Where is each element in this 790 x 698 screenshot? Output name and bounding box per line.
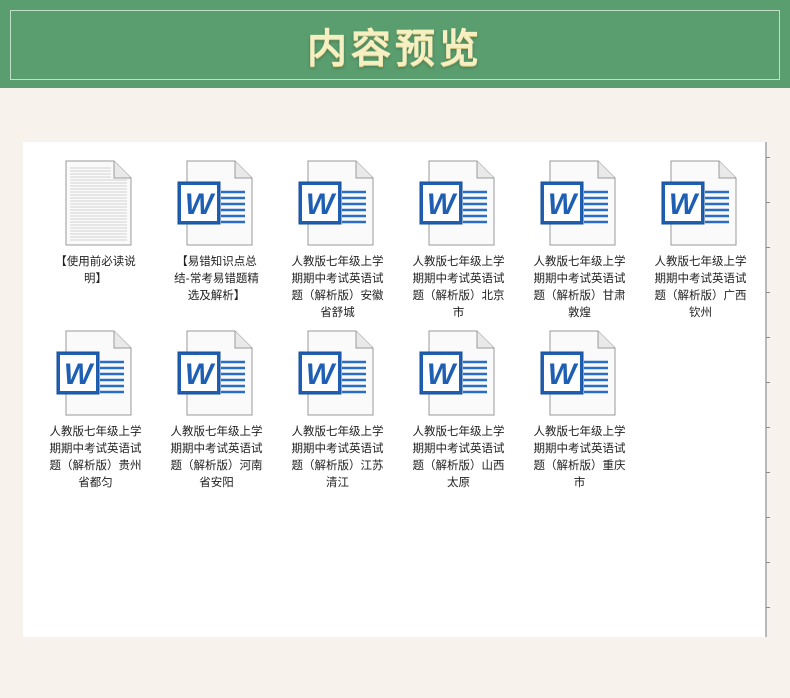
svg-text:W: W (547, 188, 578, 221)
file-label: 人教版七年级上学期期中考试英语试题（解析版）广西钦州 (654, 254, 747, 319)
file-browser-panel: 【使用前必读说明】 W 【易错知识点总结-常考易错题精选及解析】 W 人教版七年级上学期… (23, 142, 767, 637)
word-document-icon: W (419, 330, 499, 416)
word-document-icon: W (540, 330, 620, 416)
file-label: 人教版七年级上学期期中考试英语试题（解析版）北京市 (412, 254, 505, 319)
header-frame: 内容预览 (10, 10, 780, 80)
svg-text:W: W (63, 358, 94, 391)
word-document-icon: W (298, 160, 378, 246)
file-item[interactable]: W 人教版七年级上学期期中考试英语试题（解析版）北京市 (398, 160, 519, 330)
svg-text:W: W (305, 188, 336, 221)
file-item[interactable]: W 人教版七年级上学期期中考试英语试题（解析版）山西太原 (398, 330, 519, 500)
file-label: 人教版七年级上学期期中考试英语试题（解析版）甘肃敦煌 (533, 254, 626, 319)
svg-text:W: W (184, 188, 215, 221)
word-document-icon: W (56, 330, 136, 416)
file-item[interactable]: W 人教版七年级上学期期中考试英语试题（解析版）重庆市 (519, 330, 640, 500)
svg-text:W: W (426, 188, 457, 221)
word-document-icon: W (540, 160, 620, 246)
file-label: 人教版七年级上学期期中考试英语试题（解析版）山西太原 (412, 424, 505, 489)
file-label: 人教版七年级上学期期中考试英语试题（解析版）河南省安阳 (170, 424, 263, 489)
file-item[interactable]: W 【易错知识点总结-常考易错题精选及解析】 (156, 160, 277, 330)
panel-scrollbar[interactable] (766, 142, 770, 637)
file-item[interactable]: W 人教版七年级上学期期中考试英语试题（解析版）广西钦州 (640, 160, 761, 330)
file-item[interactable]: W 人教版七年级上学期期中考试英语试题（解析版）贵州省都匀 (35, 330, 156, 500)
file-label: 人教版七年级上学期期中考试英语试题（解析版）贵州省都匀 (49, 424, 142, 489)
file-item[interactable]: W 人教版七年级上学期期中考试英语试题（解析版）安徽省舒城 (277, 160, 398, 330)
file-label: 人教版七年级上学期期中考试英语试题（解析版）安徽省舒城 (291, 254, 384, 319)
header-banner: 内容预览 (0, 0, 790, 88)
svg-text:W: W (305, 358, 336, 391)
svg-text:W: W (426, 358, 457, 391)
file-item[interactable]: 【使用前必读说明】 (35, 160, 156, 330)
word-document-icon: W (298, 330, 378, 416)
svg-text:W: W (184, 358, 215, 391)
file-item[interactable]: W 人教版七年级上学期期中考试英语试题（解析版）甘肃敦煌 (519, 160, 640, 330)
file-item[interactable]: W 人教版七年级上学期期中考试英语试题（解析版）河南省安阳 (156, 330, 277, 500)
file-item[interactable]: W 人教版七年级上学期期中考试英语试题（解析版）江苏清江 (277, 330, 398, 500)
file-label: 人教版七年级上学期期中考试英语试题（解析版）江苏清江 (291, 424, 384, 489)
file-label: 【易错知识点总结-常考易错题精选及解析】 (174, 254, 259, 302)
svg-text:W: W (547, 358, 578, 391)
word-document-icon: W (177, 330, 257, 416)
file-label: 【使用前必读说明】 (55, 254, 136, 285)
file-grid: 【使用前必读说明】 W 【易错知识点总结-常考易错题精选及解析】 W 人教版七年级上学期… (23, 160, 767, 500)
svg-text:W: W (668, 188, 699, 221)
word-document-icon: W (419, 160, 499, 246)
page-title: 内容预览 (307, 25, 483, 72)
word-document-icon: W (661, 160, 741, 246)
file-label: 人教版七年级上学期期中考试英语试题（解析版）重庆市 (533, 424, 626, 489)
text-document-icon (56, 160, 136, 246)
word-document-icon: W (177, 160, 257, 246)
